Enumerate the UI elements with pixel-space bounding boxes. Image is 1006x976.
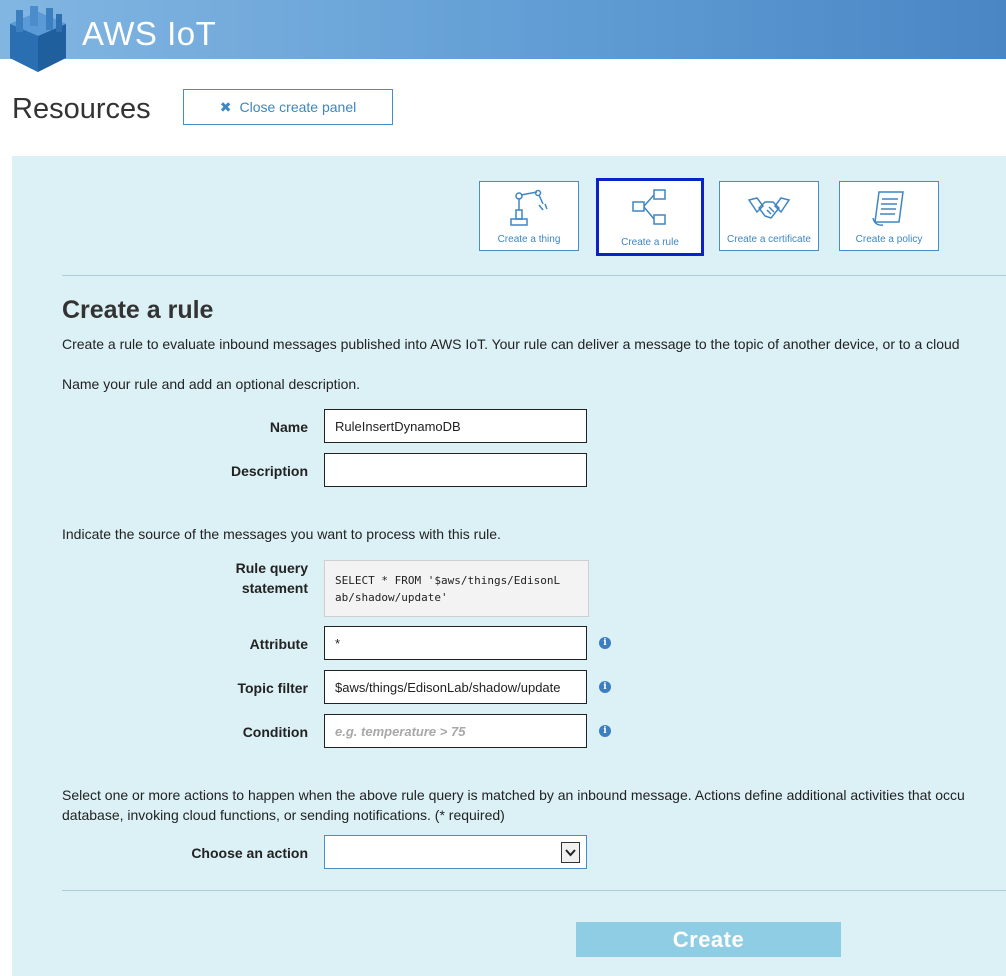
description-input[interactable] xyxy=(324,453,587,487)
policy-document-icon xyxy=(872,191,904,226)
source-prompt: Indicate the source of the messages you … xyxy=(62,526,501,542)
create-rule-label: Create a rule xyxy=(621,237,679,248)
divider xyxy=(62,275,1006,276)
choose-action-select[interactable] xyxy=(324,835,587,869)
rule-nodes-icon xyxy=(632,189,666,225)
topic-filter-input[interactable]: $aws/things/EdisonLab/shadow/update xyxy=(324,670,587,704)
name-label: Name xyxy=(269,419,308,435)
form-heading: Create a rule xyxy=(62,296,214,324)
name-prompt: Name your rule and add an optional descr… xyxy=(62,376,361,392)
condition-input[interactable]: e.g. temperature > 75 xyxy=(324,714,587,748)
form-intro: Create a rule to evaluate inbound messag… xyxy=(62,336,960,352)
create-panel: Create a thing Create a rule Create a ce xyxy=(12,156,1006,976)
attribute-label: Attribute xyxy=(249,636,308,652)
app-header: AWS IoT xyxy=(0,0,1006,72)
rule-query-statement: SELECT * FROM '$aws/things/EdisonL ab/sh… xyxy=(324,560,589,617)
divider-bottom xyxy=(62,890,1006,891)
description-label: Description xyxy=(230,463,308,479)
create-policy-label: Create a policy xyxy=(855,234,923,245)
create-thing-tile[interactable]: Create a thing xyxy=(479,181,579,251)
close-create-panel-label: Close create panel xyxy=(239,99,357,115)
create-certificate-tile[interactable]: Create a certificate xyxy=(719,181,819,251)
create-rule-tile[interactable]: Create a rule xyxy=(596,178,704,256)
brand-title: AWS IoT xyxy=(82,15,217,52)
create-thing-label: Create a thing xyxy=(497,234,561,245)
topic-filter-info-icon[interactable]: i xyxy=(599,681,611,693)
choose-action-label: Choose an action xyxy=(191,845,308,861)
topic-filter-label: Topic filter xyxy=(237,680,308,696)
create-certificate-label: Create a certificate xyxy=(727,234,811,245)
create-button[interactable]: Create xyxy=(576,922,841,957)
aws-iot-logo-icon xyxy=(10,6,66,72)
name-input[interactable]: RuleInsertDynamoDB xyxy=(324,409,587,443)
attribute-info-icon[interactable]: i xyxy=(599,637,611,649)
rule-query-label: Rule query statement xyxy=(235,560,308,596)
attribute-input[interactable]: * xyxy=(324,626,587,660)
robot-arm-icon xyxy=(510,189,548,226)
actions-prompt-line-1: Select one or more actions to happen whe… xyxy=(62,787,965,803)
close-icon: ✖ xyxy=(219,98,232,115)
page-title: Resources xyxy=(12,93,151,125)
actions-prompt-line-2: database, invoking cloud functions, or s… xyxy=(62,807,505,823)
handshake-icon xyxy=(747,197,791,219)
condition-info-icon[interactable]: i xyxy=(599,725,611,737)
create-policy-tile[interactable]: Create a policy xyxy=(839,181,939,251)
close-create-panel-button[interactable]: ✖ Close create panel xyxy=(183,89,393,125)
condition-label: Condition xyxy=(242,724,308,740)
chevron-down-icon[interactable] xyxy=(561,842,580,863)
